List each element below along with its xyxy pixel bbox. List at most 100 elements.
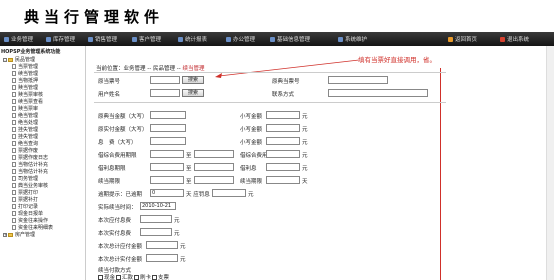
document-icon [12, 218, 16, 223]
nav-item-office[interactable]: 办公管理 [226, 35, 255, 43]
paid-fee-input[interactable] [140, 228, 172, 236]
sidebar-item[interactable]: 当物抵押 [0, 77, 85, 84]
sidebar-title: HOPSP业务管理系统功能 [1, 49, 61, 55]
sidebar-item[interactable]: 赎当票审核 [0, 91, 85, 98]
breadcrumb: 当前位置：业务管理 -- 民品管理 -- 续当管理 [96, 66, 205, 72]
yuan-unit: 元 [248, 192, 254, 198]
payable-fee-label: 本次应付息费 [98, 218, 132, 224]
total-paid-label: 本次总计实付金额 [98, 257, 143, 263]
sidebar-item[interactable]: 典当业务审核 [0, 182, 85, 189]
contact-input[interactable] [328, 89, 428, 97]
sidebar-item[interactable]: 挂失管理 [0, 126, 85, 133]
pawn-no-input[interactable] [150, 76, 180, 84]
sidebar-item[interactable]: 打印记录 [0, 203, 85, 210]
main-content: 当前位置：业务管理 -- 民品管理 -- 续当管理 填有当票好直接调用，省。 原… [88, 46, 554, 280]
sidebar-item[interactable]: 当物估计补充 [0, 161, 85, 168]
interest-term-start-input[interactable] [150, 163, 184, 171]
customers-icon [132, 36, 137, 42]
redeem-term-end-input[interactable] [194, 176, 234, 184]
nav-item-base-info[interactable]: 基础信息管理 [270, 35, 310, 43]
sidebar-item[interactable]: 赎当票审 [0, 105, 85, 112]
renew-date-input[interactable]: 2010-10-21 [140, 202, 176, 210]
payable-fee-input[interactable] [140, 215, 172, 223]
nav-item-home[interactable]: 返回首页 [448, 35, 477, 43]
expand-icon[interactable]: + [3, 232, 7, 237]
redeem-days-input[interactable] [266, 176, 300, 184]
collapse-icon[interactable]: - [3, 57, 7, 62]
document-icon [12, 78, 16, 83]
nav-item-business[interactable]: 业务管理 [4, 35, 33, 43]
divider [94, 72, 446, 73]
folder-icon [8, 57, 13, 62]
sidebar-item[interactable]: 现金日报单 [0, 210, 85, 217]
sidebar-item[interactable]: 当票管理 [0, 63, 85, 70]
method-cheque-checkbox[interactable]: 支票 [152, 273, 169, 280]
sidebar-item[interactable]: 司务管理 [0, 175, 85, 182]
nav-item-sales[interactable]: 销售管理 [88, 35, 117, 43]
redeem-term-start-input[interactable] [150, 176, 184, 184]
sidebar-item[interactable]: + 房产管理 [0, 231, 85, 238]
sidebar-item[interactable]: 票据作废日志 [0, 154, 85, 161]
amount-upper-input[interactable] [150, 111, 186, 119]
total-fee-input[interactable] [266, 150, 300, 158]
pawn-no-search-button[interactable]: 搜索 [182, 76, 204, 84]
sidebar-item[interactable]: 资金往来明细表 [0, 224, 85, 231]
fee-upper-label: 息 费（大写） [98, 140, 137, 146]
sidebar-item[interactable]: 绝当处理 [0, 119, 85, 126]
document-icon [12, 71, 16, 76]
sidebar-item[interactable]: 资金往来操作 [0, 217, 85, 224]
method-cash-checkbox[interactable]: 现金 [98, 273, 115, 280]
total-paid-input[interactable] [146, 254, 178, 262]
sidebar-item[interactable]: 绝当管理 [0, 112, 85, 119]
sidebar-item[interactable]: 续当票查看 [0, 98, 85, 105]
vertical-scrollbar[interactable] [546, 46, 554, 280]
method-remit-checkbox[interactable]: 汇款 [116, 273, 133, 280]
user-name-search-button[interactable]: 搜索 [182, 89, 204, 97]
checkbox-icon[interactable] [152, 274, 157, 280]
sidebar-item[interactable]: 续当管理 [0, 70, 85, 77]
overdue-days-input[interactable]: 0 [150, 189, 184, 197]
interest-term-end-input[interactable] [194, 163, 234, 171]
nav-item-customers[interactable]: 客户管理 [132, 35, 161, 43]
interest-amount-input[interactable] [266, 163, 300, 171]
sidebar-item[interactable]: 绝当查询 [0, 140, 85, 147]
rate-term-start-input[interactable] [150, 150, 184, 158]
to-unit: 至 [186, 166, 192, 172]
checkbox-icon[interactable] [134, 274, 139, 280]
document-icon [12, 190, 16, 195]
nav-item-inventory[interactable]: 库存管理 [46, 35, 75, 43]
nav-item-logout[interactable]: 退出系统 [500, 35, 529, 43]
fee-upper-input[interactable] [150, 137, 186, 145]
document-icon [12, 85, 16, 90]
sidebar-item[interactable]: 当物估计补充 [0, 168, 85, 175]
document-icon [12, 113, 16, 118]
user-name-input[interactable] [150, 89, 180, 97]
sidebar-item[interactable]: - 民品管理 [0, 56, 85, 63]
total-payable-input[interactable] [146, 241, 178, 249]
sidebar-item[interactable]: 票据补打 [0, 196, 85, 203]
document-icon [12, 92, 16, 97]
sidebar-item[interactable]: 票据打印 [0, 189, 85, 196]
penalty-input[interactable] [212, 189, 246, 197]
orig-pawn-no-input[interactable] [328, 76, 388, 84]
sidebar-item[interactable]: 票据作废 [0, 147, 85, 154]
orig-pawn-no-label: 原典当票号 [272, 79, 300, 85]
document-icon [12, 211, 16, 216]
method-card-checkbox[interactable]: 刷卡 [134, 273, 151, 280]
fee-small-input[interactable] [266, 137, 300, 145]
amount-upper-label: 原典当金额（大写） [98, 114, 148, 120]
yuan-unit: 元 [174, 231, 180, 237]
paid-upper-input[interactable] [150, 124, 186, 132]
rate-term-end-input[interactable] [194, 150, 234, 158]
paid-small-input[interactable] [266, 124, 300, 132]
sales-icon [88, 36, 93, 42]
checkbox-icon[interactable] [98, 274, 103, 280]
nav-item-system[interactable]: 系统维护 [338, 35, 367, 43]
paid-upper-label: 原实付金额（大写） [98, 127, 148, 133]
document-icon [12, 183, 16, 188]
checkbox-icon[interactable] [116, 274, 121, 280]
sidebar-item[interactable]: 挂失管理 [0, 133, 85, 140]
nav-item-reports[interactable]: 统计报表 [178, 35, 207, 43]
amount-small-input[interactable] [266, 111, 300, 119]
sidebar-item[interactable]: 赎当管理 [0, 84, 85, 91]
